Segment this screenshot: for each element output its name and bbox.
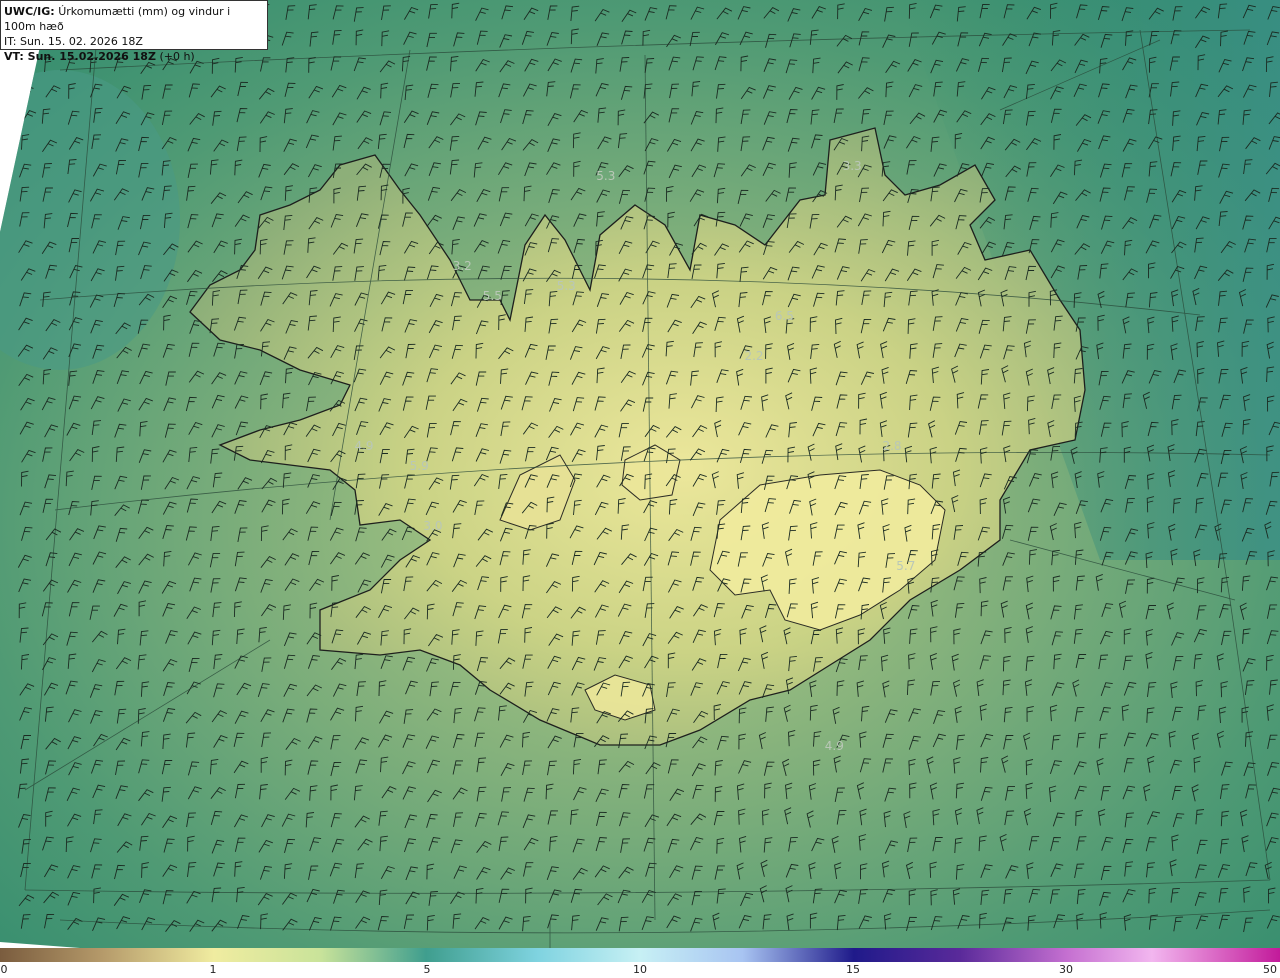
precip-value-label: 4.9 xyxy=(354,439,373,453)
precip-value-label: 5.3 xyxy=(557,279,576,293)
colorbar-tick: 30 xyxy=(1059,963,1073,976)
init-time: IT: Sun. 15. 02. 2026 18Z xyxy=(4,35,143,48)
precip-value-label: 2.2 xyxy=(744,349,763,363)
colorbar-gradient xyxy=(0,948,1280,962)
colorbar-tick: 10 xyxy=(633,963,647,976)
valid-time-line: VT: Sun. 15.02.2026 18Z (+0 h) xyxy=(4,49,264,64)
colorbar-tick: 1 xyxy=(209,963,217,976)
precip-value-label: 3.2 xyxy=(453,259,472,273)
precip-value-label: 5.3 xyxy=(596,169,615,183)
title-line: UWC/IG: Úrkomumætti (mm) og vindur i 100… xyxy=(4,4,264,34)
colorbar-tick: 15 xyxy=(846,963,860,976)
colorbar-labels: 0 1 5 10 15 30 50 xyxy=(0,962,1280,978)
colorbar-tick: 50 xyxy=(1263,963,1277,976)
precip-value-label: 4.9 xyxy=(825,739,844,753)
colorbar xyxy=(0,948,1280,962)
precip-value-label: 6.5 xyxy=(775,309,794,323)
map-legend-box: UWC/IG: Úrkomumætti (mm) og vindur i 100… xyxy=(0,0,268,63)
precip-value-label: 5.7 xyxy=(896,559,915,573)
weather-map: 3.2 5.5 5.3 5.3 3.3 6.5 2.2 4.9 5.9 3.0 2.8 5.7 4.9 xyxy=(0,0,1280,948)
colorbar-tick: 0 xyxy=(0,963,8,976)
precip-value-label: 5.9 xyxy=(410,459,429,473)
valid-time: VT: Sun. 15.02.2026 18Z xyxy=(4,50,156,63)
valid-offset: (+0 h) xyxy=(159,50,195,63)
model-label: UWC/IG: xyxy=(4,5,55,18)
precip-value-label: 5.5 xyxy=(483,289,502,303)
precip-value-label: 3.3 xyxy=(843,159,862,173)
precip-value-label: 2.8 xyxy=(882,439,901,453)
colorbar-tick: 5 xyxy=(423,963,431,976)
precip-value-label: 3.0 xyxy=(423,519,442,533)
